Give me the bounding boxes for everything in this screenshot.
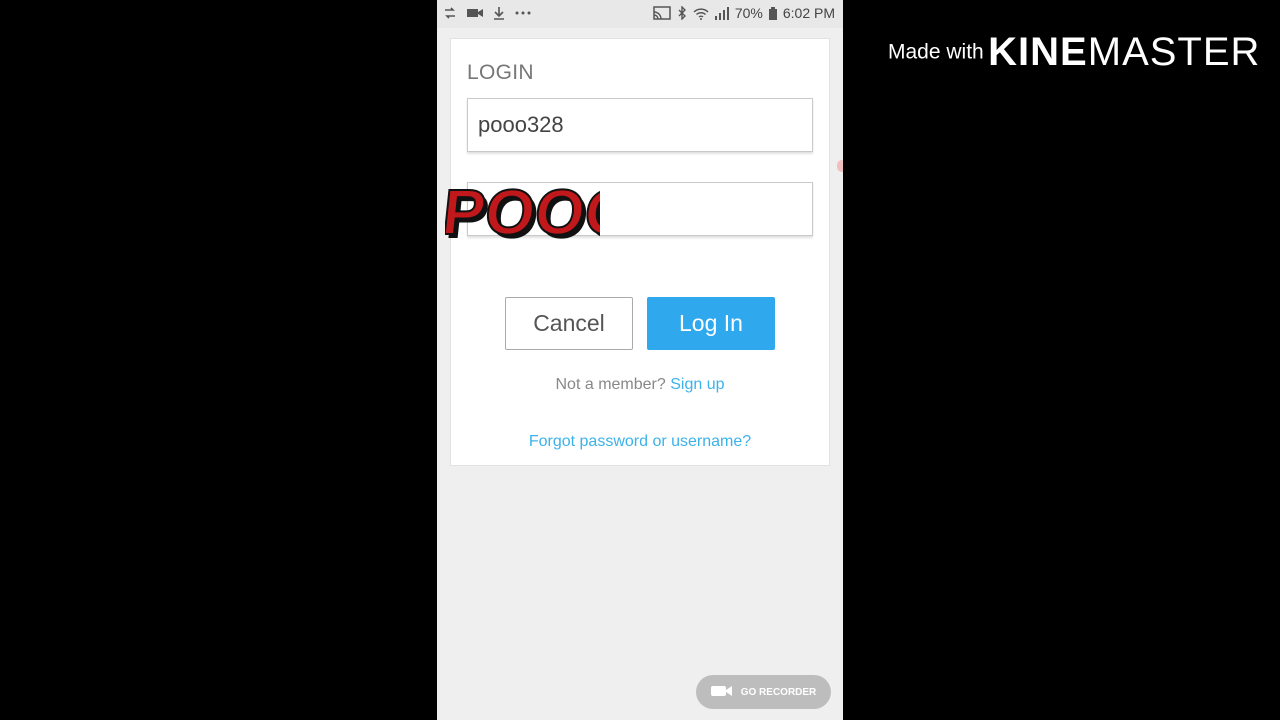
username-input[interactable] xyxy=(468,99,812,151)
signup-prompt: Not a member? Sign up xyxy=(451,376,829,394)
cancel-button[interactable]: Cancel xyxy=(505,297,633,350)
swap-icon xyxy=(443,6,457,20)
floating-bubble-icon[interactable] xyxy=(837,160,843,172)
login-title: LOGIN xyxy=(467,61,534,84)
camera-icon xyxy=(710,684,733,701)
login-card: LOGIN Cancel Log In Not a member? Sign u… xyxy=(450,38,830,466)
more-dots-icon xyxy=(515,10,531,16)
watermark-brand: KINEMASTER xyxy=(988,30,1260,74)
battery-percent: 70% xyxy=(734,5,763,21)
forgot-password-link[interactable]: Forgot password or username? xyxy=(451,433,829,451)
download-icon xyxy=(493,6,505,20)
status-left-icons xyxy=(443,6,531,20)
watermark-kine: KINE xyxy=(988,30,1088,74)
login-button[interactable]: Log In xyxy=(647,297,775,350)
status-right-icons: 70% 6:02 PM xyxy=(653,5,835,21)
cast-icon xyxy=(653,6,671,20)
kinemaster-watermark: Made with KINEMASTER xyxy=(888,30,1260,75)
username-field-box xyxy=(467,98,813,152)
wifi-icon xyxy=(693,7,709,20)
video-camera-icon xyxy=(467,7,483,19)
clock-time: 6:02 PM xyxy=(782,5,835,21)
not-member-text: Not a member? xyxy=(555,376,666,393)
watermark-master: MASTER xyxy=(1087,30,1261,74)
signup-link[interactable]: Sign up xyxy=(670,376,724,393)
pooo-sticker: POOO POOO xyxy=(438,172,642,252)
recorder-label: GO RECORDER xyxy=(740,686,817,698)
recorder-watermark: GO RECORDER xyxy=(696,675,831,709)
sticker-text: POOO xyxy=(445,176,600,244)
watermark-made-with: Made with xyxy=(888,40,984,64)
signal-icon xyxy=(714,6,729,20)
battery-icon xyxy=(768,6,777,20)
bluetooth-icon xyxy=(677,6,687,20)
phone-screen: 70% 6:02 PM LOGIN Cancel Log In Not a me… xyxy=(437,0,843,720)
status-bar: 70% 6:02 PM xyxy=(437,0,843,28)
